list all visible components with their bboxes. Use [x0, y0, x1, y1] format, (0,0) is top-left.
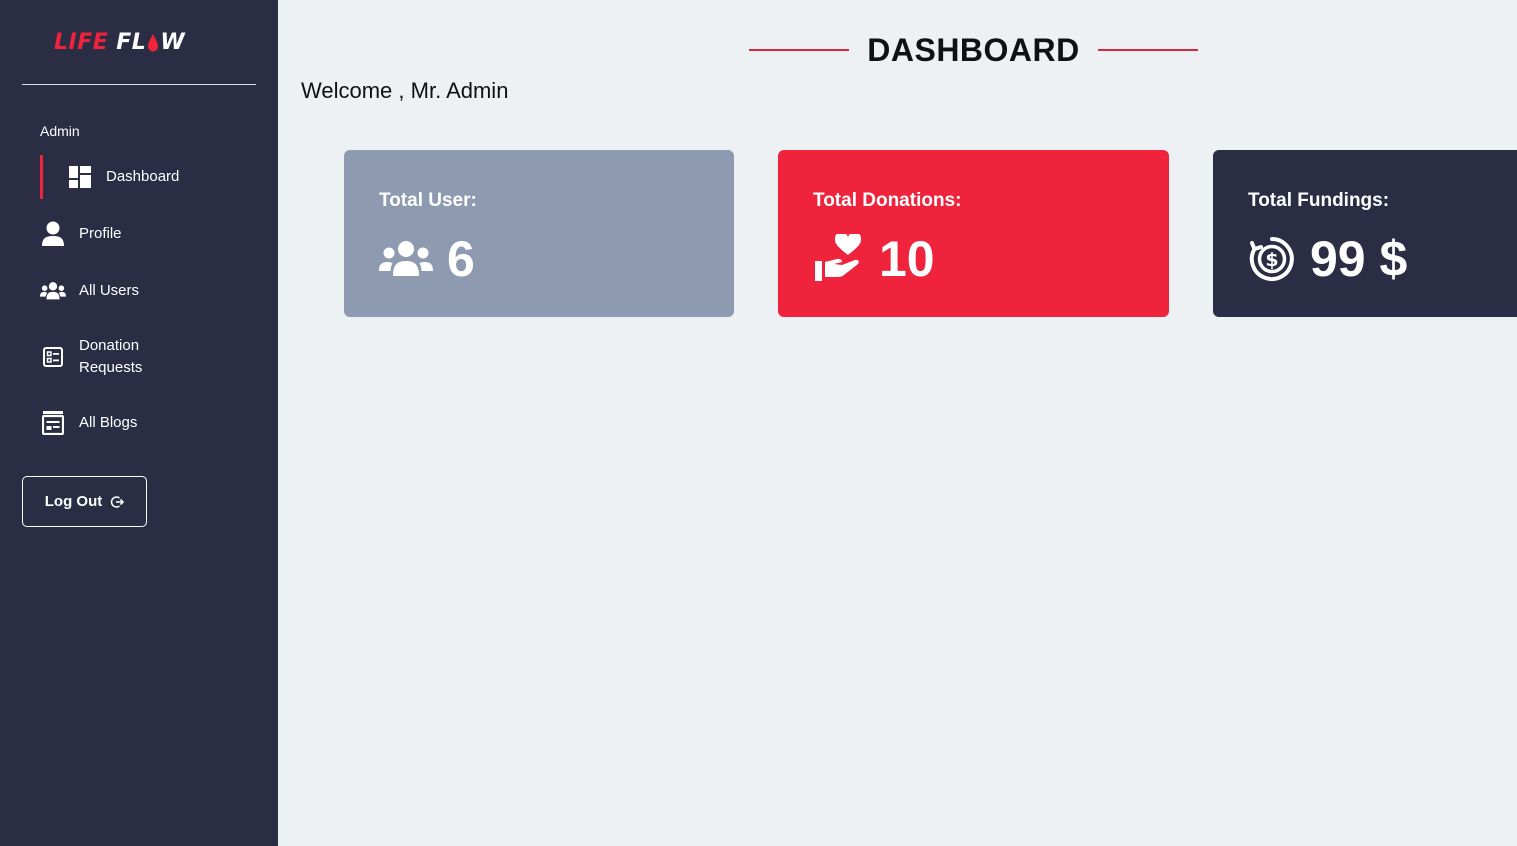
logo-text-fl: FL	[116, 30, 147, 55]
stat-card-body: 10	[813, 230, 935, 288]
sidebar-item-profile[interactable]: Profile	[40, 221, 122, 247]
logout-icon	[110, 495, 125, 508]
page-title-wrap: DASHBOARD	[749, 30, 1198, 70]
sidebar-item-label: Profile	[79, 225, 122, 242]
stat-card-value: 6	[447, 231, 475, 287]
dollar-circle-icon: $	[1249, 237, 1294, 281]
sidebar-item-dashboard[interactable]: Dashboard	[40, 155, 179, 199]
logout-label: Log Out	[44, 493, 103, 510]
sidebar-item-all-blogs[interactable]: All Blogs	[40, 410, 137, 436]
logout-button[interactable]: Log Out	[22, 476, 147, 527]
stat-card-body: 6	[379, 230, 475, 288]
title-line-left	[749, 49, 850, 51]
logo-text-life: LIFE	[54, 30, 109, 55]
sidebar-item-donation-requests[interactable]: Donation Requests	[40, 335, 159, 379]
stat-card-total-donations: Total Donations: 10	[778, 150, 1169, 317]
sidebar-item-label: Dashboard	[106, 168, 180, 185]
page-title: DASHBOARD	[867, 31, 1080, 68]
hand-heart-icon	[815, 234, 862, 281]
brand-logo[interactable]: LIFE FL W	[54, 31, 185, 55]
users-icon	[379, 241, 433, 276]
welcome-message: Welcome , Mr. Admin	[301, 78, 509, 103]
users-icon	[40, 278, 66, 304]
blood-drop-icon	[148, 34, 159, 52]
stat-card-value: 10	[879, 231, 935, 287]
svg-text:$: $	[1265, 249, 1278, 271]
title-line-right	[1097, 49, 1198, 51]
logo-text-w: W	[160, 30, 186, 55]
stat-card-label: Total User:	[379, 190, 477, 211]
blog-icon	[40, 410, 66, 436]
stat-card-label: Total Donations:	[813, 190, 962, 211]
sidebar-item-label: Donation Requests	[79, 337, 143, 376]
stat-card-total-users: Total User: 6	[344, 150, 734, 317]
sidebar-item-label: All Users	[79, 282, 140, 299]
stat-card-label: Total Fundings:	[1248, 190, 1390, 211]
sidebar-divider	[22, 84, 256, 85]
list-icon	[40, 344, 66, 370]
stat-card-value: 99 $	[1310, 231, 1408, 287]
sidebar-item-all-users[interactable]: All Users	[40, 278, 139, 304]
role-label: Admin	[40, 123, 80, 139]
stat-card-body: $ 99 $	[1248, 230, 1407, 288]
sidebar: LIFE FL W Admin Dashboard Profile All Us…	[0, 0, 278, 846]
user-icon	[40, 221, 66, 247]
stat-card-total-fundings: Total Fundings: $ 99 $	[1213, 150, 1517, 317]
dashboard-icon	[67, 164, 93, 190]
sidebar-item-label: All Blogs	[79, 414, 138, 431]
